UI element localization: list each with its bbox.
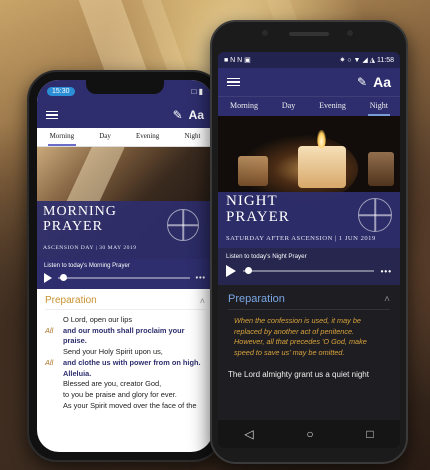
hero-title: NIGHT PRAYER — [226, 193, 290, 225]
back-icon[interactable]: ◁ — [244, 427, 253, 441]
play-icon[interactable] — [44, 273, 52, 283]
listen-caption: Listen to today's Morning Prayer — [44, 263, 130, 269]
liturgy-line: As your Spirit moved over the face of th… — [45, 401, 205, 412]
tab-day[interactable]: Day — [280, 97, 297, 116]
rubric-text: When the confession is used, it may be r… — [234, 316, 367, 357]
candle-flame — [317, 130, 326, 148]
audio-player: Listen to today's Night Prayer ••• — [218, 248, 400, 285]
app-bar: ✎ Aa — [37, 102, 213, 128]
pencil-icon[interactable]: ✎ — [173, 108, 183, 122]
leader-text: to you be praise and glory for ever. — [63, 390, 177, 400]
leader-text: As your Spirit moved over the face of th… — [63, 400, 197, 410]
speaker-marker: All — [45, 357, 54, 367]
leader-text: O Lord, open our lips — [63, 315, 133, 324]
hamburger-icon[interactable] — [46, 110, 58, 120]
cross-emblem-icon — [167, 209, 199, 241]
night-screen: ■ N N ▣ ✷ ○ ▼ ◢ ◮ 11:58 ✎ Aa Morning Day… — [218, 52, 400, 448]
liturgy-line: O Lord, open our lips — [45, 315, 205, 326]
speaker-marker: All — [45, 325, 54, 335]
tab-night[interactable]: Night — [182, 128, 202, 146]
hero-title: MORNING PRAYER — [43, 204, 117, 234]
speaker-marker — [45, 315, 63, 326]
pencil-icon[interactable]: ✎ — [357, 75, 367, 89]
section-title: Preparation — [45, 295, 97, 306]
speaker-grille — [289, 32, 329, 36]
morning-screen: 15:30 □ ▮ ✎ Aa Morning Day Evening Night… — [37, 80, 213, 452]
text-size-button[interactable]: Aa — [373, 74, 391, 90]
notch — [86, 80, 164, 94]
hero-banner: MORNING PRAYER ASCENSION DAY | 30 MAY 20… — [37, 147, 213, 259]
leader-text: Send your Holy Spirit upon us, — [63, 347, 163, 357]
leader-text: Blessed are you, creator God, — [63, 379, 162, 389]
hero-date: ASCENSION DAY | 30 MAY 2019 — [43, 245, 137, 251]
status-icons: □ ▮ — [191, 86, 203, 96]
more-options-icon[interactable]: ••• — [381, 267, 392, 276]
progress-slider[interactable] — [243, 267, 374, 275]
speaker-marker — [45, 379, 63, 390]
speaker-marker — [45, 347, 63, 358]
listen-caption: Listen to today's Night Prayer — [226, 253, 307, 260]
status-time: 15:30 — [47, 86, 75, 96]
section-header[interactable]: Preparation ˄ — [45, 295, 205, 310]
tab-morning[interactable]: Morning — [47, 128, 77, 146]
tab-bar: Morning Day Evening Night — [37, 128, 213, 147]
more-options-icon[interactable]: ••• — [196, 275, 206, 282]
phone-morning-prayer: 15:30 □ ▮ ✎ Aa Morning Day Evening Night… — [27, 70, 223, 462]
play-icon[interactable] — [226, 265, 236, 277]
chevron-up-icon[interactable]: ˄ — [384, 294, 390, 305]
text-size-button[interactable]: Aa — [189, 108, 204, 122]
speaker-marker — [45, 401, 63, 412]
hero-banner: NIGHT PRAYER SATURDAY AFTER ASCENSION | … — [218, 116, 400, 248]
liturgy-line: All and clothe us with power from on high… — [45, 358, 205, 379]
response-text: and clothe us with power from on high. A… — [63, 357, 201, 378]
hamburger-icon[interactable] — [227, 77, 240, 87]
hero-date: SATURDAY AFTER ASCENSION | 1 JUN 2019 — [226, 235, 376, 242]
candle-right — [368, 152, 394, 186]
response-text: and our mouth shall proclaim your praise… — [63, 325, 185, 346]
preparation-section: Preparation ˄ O Lord, open our lips All an… — [37, 289, 213, 418]
chevron-up-icon[interactable]: ˄ — [200, 296, 205, 306]
section-header[interactable]: Preparation ˄ — [228, 293, 390, 310]
cross-emblem-icon — [358, 198, 392, 232]
status-left: ■ N N ▣ — [224, 57, 251, 64]
liturgy-line: Blessed are you, creator God, — [45, 379, 205, 390]
android-nav-bar: ◁ ○ □ — [218, 420, 400, 448]
camera-dot — [347, 30, 353, 36]
tab-evening[interactable]: Evening — [134, 128, 161, 146]
tab-day[interactable]: Day — [97, 128, 113, 146]
liturgy-text: O Lord, open our lips All and our mouth sh… — [45, 315, 205, 412]
app-bar: ✎ Aa — [218, 68, 400, 96]
sensor-dot — [262, 30, 268, 36]
status-bar: ■ N N ▣ ✷ ○ ▼ ◢ ◮ 11:58 — [218, 52, 400, 68]
speaker-marker — [45, 390, 63, 401]
liturgy-line: All and our mouth shall proclaim your pra… — [45, 326, 205, 347]
liturgy-line: Send your Holy Spirit upon us, — [45, 347, 205, 358]
preparation-section: Preparation ˄ When the confession is use… — [218, 285, 400, 387]
phone-night-prayer: ■ N N ▣ ✷ ○ ▼ ◢ ◮ 11:58 ✎ Aa Morning Day… — [210, 20, 408, 464]
progress-slider[interactable] — [58, 274, 190, 282]
tab-evening[interactable]: Evening — [317, 97, 348, 116]
section-title: Preparation — [228, 293, 285, 305]
tab-morning[interactable]: Morning — [228, 97, 260, 116]
progress-knob[interactable] — [245, 267, 252, 275]
candle-body — [298, 146, 346, 188]
home-icon[interactable]: ○ — [306, 427, 313, 441]
tab-night[interactable]: Night — [367, 97, 391, 116]
body-text: The Lord almighty grant us a quiet night — [228, 370, 369, 380]
liturgy-line: to you be praise and glory for ever. — [45, 390, 205, 401]
audio-player: Listen to today's Morning Prayer ••• — [37, 259, 213, 289]
status-right: ✷ ○ ▼ ◢ ◮ 11:58 — [339, 57, 394, 64]
recent-apps-icon[interactable]: □ — [366, 427, 373, 441]
progress-knob[interactable] — [60, 274, 67, 282]
candle-left — [238, 156, 268, 186]
tab-bar: Morning Day Evening Night — [218, 96, 400, 116]
